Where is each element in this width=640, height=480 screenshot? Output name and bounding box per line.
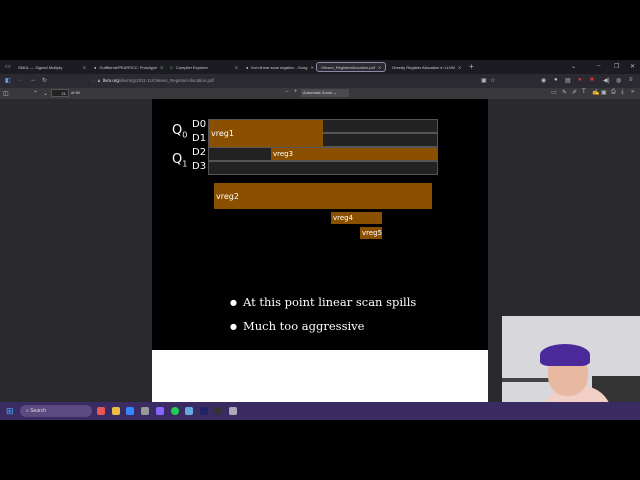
close-icon[interactable]: ✕ bbox=[458, 65, 461, 70]
next-page-button[interactable]: ⌄ bbox=[43, 90, 48, 97]
zoom-in-button[interactable]: + bbox=[294, 89, 298, 95]
back-button[interactable]: ← bbox=[18, 77, 24, 83]
profile-icon[interactable]: ◍ bbox=[616, 77, 621, 84]
tab-1[interactable]: SMUL — Signed Multiply ✕ bbox=[14, 62, 90, 72]
pdf-page: Q0 Q1 D0 D1 D2 D3 vreg1 vreg3 vreg2 vreg… bbox=[152, 99, 488, 402]
page-count: of 60 bbox=[71, 90, 80, 95]
highlight-icon[interactable]: ✎ bbox=[562, 89, 567, 96]
stop-icon[interactable]: ■ bbox=[590, 77, 594, 83]
image-icon[interactable]: ▣ bbox=[481, 77, 487, 84]
tab-6[interactable]: Greedy Register Allocation in LLVM ✕ bbox=[388, 62, 462, 72]
obs-icon[interactable] bbox=[214, 407, 222, 415]
menu-icon[interactable]: ≡ bbox=[629, 77, 633, 83]
live-range-vreg4: vreg4 bbox=[331, 212, 382, 224]
bullet-item: At this point linear scan spills bbox=[230, 295, 416, 309]
register-d2-label: D2 bbox=[192, 147, 207, 158]
text-icon[interactable]: T bbox=[582, 89, 586, 95]
tab-4[interactable]: ● llvm linear scan regalloc - Goog ✕ bbox=[242, 62, 316, 72]
bullet-item: Much too aggressive bbox=[230, 319, 364, 333]
audio-icon[interactable]: ◀) bbox=[603, 77, 610, 84]
close-icon[interactable]: ✕ bbox=[235, 65, 238, 70]
register-d1-label: D1 bbox=[192, 133, 207, 144]
taskbar: ⊞ ⌕ Search bbox=[0, 402, 640, 420]
shield-icon: ◌ bbox=[92, 78, 95, 83]
app-icon[interactable] bbox=[126, 407, 134, 415]
more-tools-icon[interactable]: » bbox=[631, 89, 634, 95]
save-icon[interactable]: ⤓ bbox=[621, 89, 624, 96]
tab-3[interactable]: C Compiler Explorer ✕ bbox=[166, 62, 242, 72]
page-number-input[interactable]: 21 bbox=[51, 89, 69, 97]
url-path: /devmtg/2011-11/Olesen_RegisterAllocatio… bbox=[118, 78, 214, 83]
tab-list-icon[interactable]: ▭ bbox=[5, 63, 11, 70]
firefox-icon[interactable] bbox=[97, 407, 105, 415]
close-icon[interactable]: ✕ bbox=[83, 65, 86, 70]
image-insert-icon[interactable]: ▣ bbox=[601, 89, 607, 96]
app-icon[interactable] bbox=[141, 407, 149, 415]
close-icon[interactable]: ✕ bbox=[160, 65, 163, 70]
new-tab-button[interactable]: + bbox=[469, 62, 474, 71]
tab-title: Olesen_RegisterAllocation.pdf bbox=[321, 64, 375, 70]
print-icon[interactable]: ⎙ bbox=[611, 89, 616, 96]
register-row-d3 bbox=[208, 161, 438, 175]
spotify-icon[interactable] bbox=[171, 407, 179, 415]
draw-icon[interactable]: ✐ bbox=[572, 89, 577, 96]
forward-button[interactable]: → bbox=[30, 77, 36, 83]
search-icon: ⌕ bbox=[26, 408, 29, 414]
tab-title: Greedy Register Allocation in LLVM bbox=[392, 64, 455, 70]
bookmark-star-icon[interactable]: ☆ bbox=[490, 77, 495, 84]
app-icon[interactable] bbox=[185, 407, 193, 415]
extension-icon[interactable]: ● bbox=[554, 77, 558, 83]
tab-title: llvm linear scan regalloc - Goog bbox=[251, 64, 308, 70]
url-bar[interactable]: ◌ 🔒︎ llvm.org/devmtg/2011-11/Olesen_Regi… bbox=[92, 78, 214, 83]
zoom-select[interactable]: Automatic Zoom ⌄ bbox=[301, 89, 349, 97]
reload-button[interactable]: ↻ bbox=[42, 77, 47, 84]
camera-icon[interactable]: ◉ bbox=[541, 77, 546, 84]
sidebar-icon[interactable]: ◧ bbox=[5, 77, 11, 84]
tab-5[interactable]: Olesen_RegisterAllocation.pdf ✕ bbox=[316, 62, 386, 72]
register-q0-label: Q0 bbox=[172, 123, 188, 140]
windows-start-icon[interactable]: ⊞ bbox=[6, 406, 14, 417]
comment-icon[interactable]: ▭ bbox=[551, 89, 557, 96]
tab-title: SMUL — Signed Multiply bbox=[18, 64, 63, 70]
discord-icon[interactable] bbox=[156, 407, 164, 415]
close-icon[interactable]: ✕ bbox=[378, 65, 381, 70]
file-explorer-icon[interactable] bbox=[112, 407, 120, 415]
zoom-value: Automatic Zoom bbox=[303, 90, 333, 95]
app-icon[interactable] bbox=[229, 407, 237, 415]
zoom-out-button[interactable]: − bbox=[285, 89, 289, 95]
compiler-explorer-icon: C bbox=[170, 64, 173, 70]
previous-page-button[interactable]: ⌃ bbox=[33, 90, 38, 97]
google-icon: ● bbox=[246, 64, 249, 70]
chevron-down-icon[interactable]: ⌄ bbox=[571, 63, 576, 70]
tab-2[interactable]: ● GuilBernd/PEARSCC: Prototype ✕ bbox=[90, 62, 166, 72]
search-label: Search bbox=[30, 408, 47, 414]
person-hair bbox=[540, 344, 590, 366]
slide: Q0 Q1 D0 D1 D2 D3 vreg1 vreg3 vreg2 vreg… bbox=[152, 99, 488, 350]
pdf-toolbar: ◫ ⌃ ⌄ 21 of 60 − + Automatic Zoom ⌄ ▭ ✎ … bbox=[0, 88, 640, 99]
register-d0-label: D0 bbox=[192, 119, 207, 130]
tab-title: GuilBernd/PEARSCC: Prototype bbox=[99, 64, 158, 70]
register-d3-label: D3 bbox=[192, 161, 207, 172]
url-domain: llvm.org bbox=[103, 78, 119, 83]
clipboard-icon[interactable]: ▤ bbox=[565, 77, 571, 84]
github-icon: ● bbox=[94, 64, 97, 70]
signature-icon[interactable]: ✍ bbox=[592, 89, 599, 96]
tab-bar: ▭ SMUL — Signed Multiply ✕ ● GuilBernd/PEA… bbox=[0, 60, 640, 74]
live-range-vreg3: vreg3 bbox=[271, 148, 437, 160]
live-range-vreg1: vreg1 bbox=[209, 120, 323, 147]
close-icon[interactable]: ✕ bbox=[310, 65, 313, 70]
restore-button[interactable]: ❐ bbox=[614, 63, 619, 70]
live-range-vreg5: vreg5 bbox=[360, 227, 383, 239]
app-icon[interactable] bbox=[200, 407, 208, 415]
nav-bar: ◧ ← → ↻ ◌ 🔒︎ llvm.org/devmtg/2011-11/Ole… bbox=[0, 74, 640, 88]
live-range-vreg2: vreg2 bbox=[214, 183, 432, 209]
minimize-button[interactable]: – bbox=[597, 63, 600, 69]
tab-title: Compiler Explorer bbox=[175, 64, 208, 70]
close-window-button[interactable]: ✕ bbox=[630, 63, 635, 70]
register-q1-label: Q1 bbox=[172, 152, 188, 169]
sidebar-toggle-icon[interactable]: ◫ bbox=[3, 90, 9, 97]
lock-icon: 🔒︎ bbox=[97, 78, 101, 83]
record-icon[interactable]: ● bbox=[578, 77, 582, 83]
search-box[interactable]: ⌕ Search bbox=[20, 405, 92, 417]
